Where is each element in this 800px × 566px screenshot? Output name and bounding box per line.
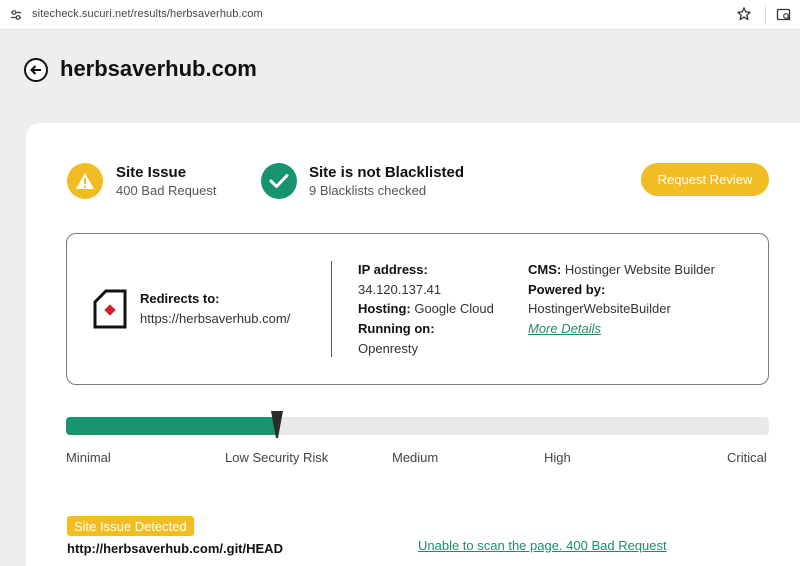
url-text[interactable]: sitecheck.sucuri.net/results/herbsaverhu…	[32, 8, 263, 20]
risk-label-high: High	[544, 450, 571, 465]
risk-marker-icon	[270, 411, 283, 438]
more-details-link[interactable]: More Details	[528, 321, 601, 336]
redirect-label: Redirects to:	[140, 291, 220, 306]
ip-value: 34.120.137.41	[358, 282, 442, 297]
risk-label-critical: Critical	[727, 450, 767, 465]
cms-row: CMS: Hostinger Website Builder	[528, 262, 715, 277]
hosting-value: Google Cloud	[414, 301, 494, 316]
risk-label-low: Low Security Risk	[225, 450, 329, 465]
info-divider	[331, 261, 332, 357]
blacklist-title: Site is not Blacklisted	[309, 164, 465, 181]
checkmark-icon	[261, 163, 297, 199]
site-issue-title: Site Issue	[116, 164, 187, 181]
running-value: Openresty	[358, 341, 418, 356]
site-info-icon[interactable]	[10, 9, 22, 21]
toolbar-divider	[765, 6, 766, 24]
redirect-document-icon	[93, 289, 127, 329]
reader-view-icon[interactable]	[776, 7, 792, 23]
powered-label: Powered by:	[528, 282, 606, 297]
site-issue-subtitle: 400 Bad Request	[116, 183, 217, 198]
powered-value: HostingerWebsiteBuilder	[528, 301, 671, 316]
blacklist-subtitle: 9 Blacklists checked	[309, 183, 427, 198]
arrow-left-icon	[30, 65, 41, 75]
issue-message-link[interactable]: Unable to scan the page. 400 Bad Request	[418, 538, 667, 553]
risk-label-medium: Medium	[392, 450, 439, 465]
bookmark-star-icon[interactable]	[736, 6, 752, 22]
cms-value: Hostinger Website Builder	[564, 262, 715, 277]
browser-address-bar: sitecheck.sucuri.net/results/herbsaverhu…	[0, 0, 800, 30]
site-issue-detected-badge: Site Issue Detected	[67, 516, 194, 536]
page-title: herbsaverhub.com	[60, 56, 257, 81]
back-button[interactable]	[24, 58, 48, 82]
issue-url: http://herbsaverhub.com/.git/HEAD	[67, 541, 283, 556]
redirect-url: https://herbsaverhub.com/	[140, 311, 291, 326]
risk-meter-track	[66, 417, 769, 435]
hosting-row: Hosting: Google Cloud	[358, 301, 494, 316]
risk-label-minimal: Minimal	[66, 450, 111, 465]
request-review-button[interactable]: Request Review	[641, 163, 769, 196]
ip-label: IP address:	[358, 262, 428, 277]
running-label: Running on:	[358, 321, 435, 336]
risk-meter-fill	[66, 417, 277, 435]
warning-icon	[67, 163, 103, 199]
